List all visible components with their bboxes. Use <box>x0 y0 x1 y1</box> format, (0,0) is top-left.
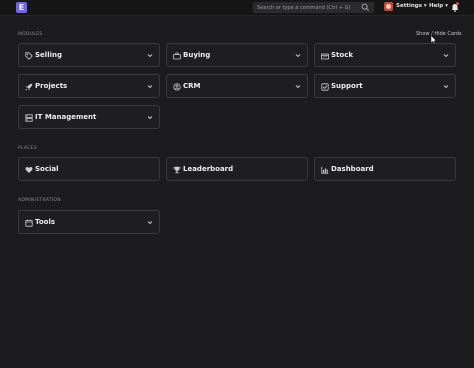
server-icon <box>25 114 33 122</box>
card-label: Selling <box>35 51 62 59</box>
tag-icon <box>25 52 33 60</box>
place-card-social[interactable]: Social <box>18 157 160 181</box>
chevron-down-icon[interactable] <box>295 53 301 58</box>
rocket-icon <box>25 83 33 91</box>
notification-dot <box>456 2 459 5</box>
avatar[interactable] <box>384 2 393 11</box>
module-card-buying[interactable]: Buying <box>166 43 308 67</box>
card-label: Support <box>331 82 363 90</box>
section-label-modules: MODULES <box>18 32 43 37</box>
chevron-down-icon[interactable] <box>147 115 153 120</box>
app-logo[interactable]: E <box>16 2 27 13</box>
module-card-stock[interactable]: Stock <box>314 43 456 67</box>
check-square-icon <box>321 83 329 91</box>
chevron-down-icon[interactable] <box>147 220 153 225</box>
crm-icon <box>173 83 181 91</box>
card-label: CRM <box>183 82 201 90</box>
card-label: Social <box>35 165 59 173</box>
search-input[interactable]: Search or type a command (Ctrl + G) <box>253 2 374 13</box>
module-card-selling[interactable]: Selling <box>18 43 160 67</box>
place-card-leaderboard[interactable]: Leaderboard <box>166 157 308 181</box>
chevron-down-icon[interactable] <box>147 53 153 58</box>
admin-card-tools[interactable]: Tools <box>18 210 160 234</box>
search-icon <box>361 3 369 11</box>
place-card-dashboard[interactable]: Dashboard <box>314 157 456 181</box>
chevron-down-icon[interactable] <box>443 53 449 58</box>
section-label-administration: ADMINISTRATION <box>18 198 61 203</box>
heart-icon <box>25 167 33 173</box>
module-card-projects[interactable]: Projects <box>18 74 160 98</box>
briefcase-icon <box>173 52 181 60</box>
search-placeholder: Search or type a command (Ctrl + G) <box>257 4 351 11</box>
card-label: Dashboard <box>331 165 374 173</box>
show-hide-cards-link[interactable]: Show / Hide Cards <box>416 31 462 37</box>
section-label-places: PLACES <box>18 146 37 151</box>
help-menu[interactable]: Help ▾ <box>429 3 448 9</box>
box-icon <box>321 53 329 60</box>
chevron-down-icon[interactable] <box>295 84 301 89</box>
card-label: IT Management <box>35 113 97 121</box>
card-label: Buying <box>183 51 211 59</box>
bar-chart-icon <box>321 166 329 174</box>
module-card-crm[interactable]: CRM <box>166 74 308 98</box>
calendar-icon <box>25 219 33 227</box>
card-label: Projects <box>35 82 68 90</box>
module-card-support[interactable]: Support <box>314 74 456 98</box>
settings-menu[interactable]: Settings ▾ <box>396 3 427 9</box>
navbar: E Search or type a command (Ctrl + G) Se… <box>0 0 474 16</box>
chevron-down-icon[interactable] <box>443 84 449 89</box>
trophy-icon <box>173 166 181 174</box>
module-card-it-management[interactable]: IT Management <box>18 105 160 129</box>
card-label: Leaderboard <box>183 165 234 173</box>
chevron-down-icon[interactable] <box>147 84 153 89</box>
card-label: Stock <box>331 51 354 59</box>
card-label: Tools <box>35 218 56 226</box>
